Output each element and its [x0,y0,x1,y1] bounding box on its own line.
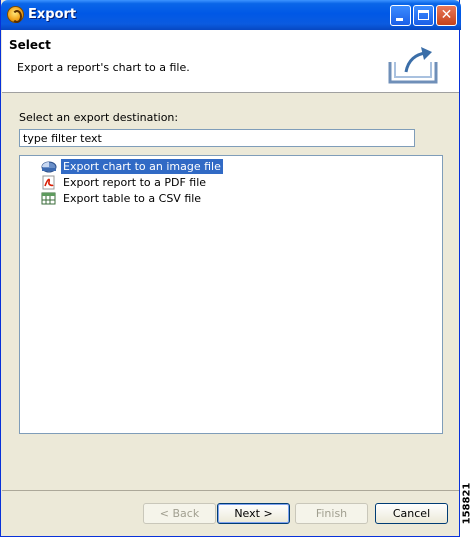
banner-title: Select [9,38,51,52]
minimize-button[interactable] [390,5,411,26]
finish-button[interactable]: Finish [295,503,368,524]
pdf-icon [42,175,55,190]
close-button[interactable]: ✕ [436,5,457,26]
export-destination-tree[interactable]: Export chart to an image file Export rep… [19,155,443,434]
image-file-icon [41,161,57,173]
cancel-button[interactable]: Cancel [375,503,448,524]
figure-id-text: 158821 [461,482,473,525]
window-title: Export [28,7,77,22]
next-button[interactable]: Next > [217,503,290,524]
close-icon: ✕ [440,7,453,23]
figure-id: 158821 [460,474,474,536]
banner-description: Export a report's chart to a file. [17,61,190,74]
tree-item-label: Export report to a PDF file [63,176,207,189]
footer-separator [2,490,459,491]
csv-table-icon [41,192,56,205]
maximize-icon [418,10,429,20]
export-wizard-icon [388,47,438,84]
maximize-button[interactable] [413,5,434,26]
tree-item-label: Export chart to an image file [61,159,223,174]
back-button[interactable]: < Back [143,503,216,524]
tree-item-label: Export table to a CSV file [63,192,202,205]
minimize-icon [396,18,403,21]
filter-input[interactable] [19,129,415,147]
destination-label: Select an export destination: [19,111,179,124]
wizard-banner: Select Export a report's chart to a file… [2,30,459,93]
export-dialog: Export ✕ Select Export a report's chart … [0,0,461,537]
title-bar[interactable]: Export ✕ [1,0,461,30]
eclipse-app-icon [7,6,24,23]
